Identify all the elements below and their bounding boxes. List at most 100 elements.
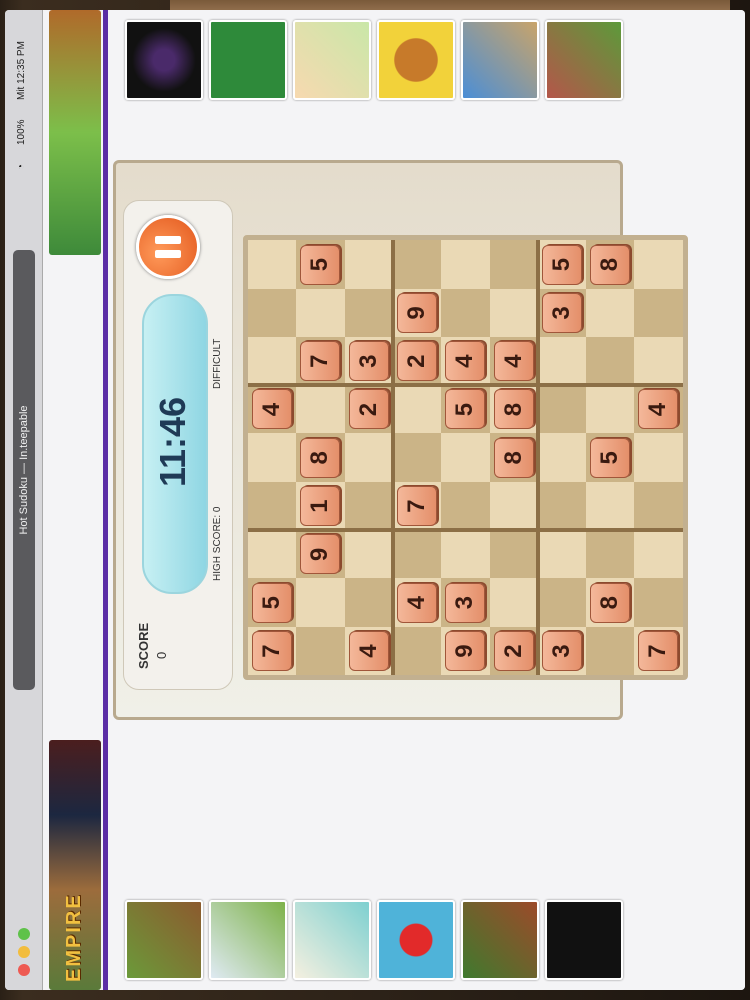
close-window-button[interactable] xyxy=(18,964,30,976)
board-cell[interactable] xyxy=(296,626,346,675)
number-tile[interactable]: 2 xyxy=(396,341,437,382)
number-tile[interactable]: 4 xyxy=(252,389,292,430)
number-tile[interactable]: 7 xyxy=(396,486,437,527)
number-tile[interactable]: 7 xyxy=(300,341,341,382)
board-cell[interactable] xyxy=(392,239,442,289)
board-cell[interactable] xyxy=(537,336,587,386)
game-thumb-football[interactable] xyxy=(209,900,287,980)
board-cell[interactable] xyxy=(489,287,539,337)
board-cell[interactable] xyxy=(344,481,394,531)
game-thumb-solitaire[interactable] xyxy=(209,20,287,100)
number-tile[interactable]: 7 xyxy=(638,631,679,671)
board-cell[interactable] xyxy=(296,384,346,434)
number-tile[interactable]: 5 xyxy=(541,244,582,285)
board-cell[interactable] xyxy=(344,287,394,337)
number-tile[interactable]: 4 xyxy=(638,389,679,430)
pause-button[interactable] xyxy=(136,215,200,279)
board-cell[interactable] xyxy=(392,432,442,482)
number-tile[interactable]: 5 xyxy=(590,437,631,478)
game-thumb-strategy[interactable] xyxy=(461,900,539,980)
game-thumb-jungle[interactable] xyxy=(545,20,623,100)
number-tile[interactable]: 3 xyxy=(348,341,389,382)
game-thumb-baby-care[interactable] xyxy=(293,20,371,100)
board-cell[interactable] xyxy=(248,239,297,289)
farm-ad-banner[interactable] xyxy=(49,10,101,255)
board-cell[interactable] xyxy=(344,432,394,482)
number-tile[interactable]: 5 xyxy=(445,389,486,430)
board-cell[interactable] xyxy=(344,529,394,579)
board-cell[interactable] xyxy=(489,481,539,531)
game-thumb-minecraft[interactable] xyxy=(125,900,203,980)
number-tile[interactable]: 4 xyxy=(493,341,534,382)
board-cell[interactable] xyxy=(586,287,636,337)
minimize-window-button[interactable] xyxy=(18,946,30,958)
board-cell[interactable] xyxy=(248,432,297,482)
board-cell[interactable] xyxy=(634,239,684,289)
game-thumb-cartoon-face[interactable] xyxy=(377,20,455,100)
number-tile[interactable]: 1 xyxy=(300,486,341,527)
sudoku-board[interactable]: 7549187542347299354288433585874 xyxy=(243,235,688,680)
board-cell[interactable] xyxy=(441,239,491,289)
board-cell[interactable] xyxy=(586,481,636,531)
number-tile[interactable]: 3 xyxy=(541,631,582,671)
board-cell[interactable] xyxy=(248,336,297,386)
board-cell[interactable] xyxy=(248,529,297,579)
board-cell[interactable] xyxy=(441,529,491,579)
number-tile[interactable]: 2 xyxy=(348,389,389,430)
board-cell[interactable] xyxy=(634,432,684,482)
board-cell[interactable] xyxy=(634,577,684,627)
board-cell[interactable] xyxy=(248,481,297,531)
empire-ad-banner[interactable]: EMPIRE xyxy=(49,740,101,990)
board-cell[interactable] xyxy=(634,481,684,531)
zoom-window-button[interactable] xyxy=(18,928,30,940)
board-cell[interactable] xyxy=(634,336,684,386)
board-cell[interactable] xyxy=(344,239,394,289)
game-thumb-dark-puzzle[interactable] xyxy=(545,900,623,980)
number-tile[interactable]: 3 xyxy=(541,292,582,333)
number-tile[interactable]: 2 xyxy=(493,631,534,671)
board-cell[interactable] xyxy=(392,384,442,434)
board-cell[interactable] xyxy=(296,287,346,337)
board-cell[interactable] xyxy=(489,577,539,627)
number-tile[interactable]: 4 xyxy=(445,341,486,382)
number-tile[interactable]: 5 xyxy=(300,244,341,285)
board-cell[interactable] xyxy=(586,626,636,675)
address-bar[interactable]: Hot Sudoku — In.teepable xyxy=(13,250,35,690)
number-tile[interactable]: 8 xyxy=(590,244,631,285)
board-cell[interactable] xyxy=(441,481,491,531)
board-cell[interactable] xyxy=(537,577,587,627)
number-tile[interactable]: 8 xyxy=(493,437,534,478)
number-tile[interactable]: 8 xyxy=(300,437,341,478)
number-tile[interactable]: 4 xyxy=(396,582,437,623)
board-cell[interactable] xyxy=(392,529,442,579)
board-cell[interactable] xyxy=(248,287,297,337)
board-cell[interactable] xyxy=(441,287,491,337)
number-tile[interactable]: 3 xyxy=(445,582,486,623)
board-cell[interactable] xyxy=(586,529,636,579)
board-cell[interactable] xyxy=(489,239,539,289)
number-tile[interactable]: 5 xyxy=(252,582,292,623)
number-tile[interactable]: 7 xyxy=(252,631,292,671)
game-thumb-hearts[interactable] xyxy=(377,900,455,980)
number-tile[interactable]: 4 xyxy=(348,631,389,671)
board-cell[interactable] xyxy=(392,626,442,675)
board-cell[interactable] xyxy=(634,287,684,337)
number-tile[interactable]: 9 xyxy=(445,631,486,671)
number-tile[interactable]: 9 xyxy=(300,534,341,575)
number-tile[interactable]: 8 xyxy=(590,582,631,623)
board-cell[interactable] xyxy=(537,529,587,579)
board-cell[interactable] xyxy=(537,432,587,482)
game-thumb-block-character[interactable] xyxy=(461,20,539,100)
board-cell[interactable] xyxy=(586,384,636,434)
board-cell[interactable] xyxy=(634,529,684,579)
board-cell[interactable] xyxy=(537,481,587,531)
number-tile[interactable]: 8 xyxy=(493,389,534,430)
game-thumb-billiards[interactable] xyxy=(125,20,203,100)
board-cell[interactable] xyxy=(489,529,539,579)
number-tile[interactable]: 9 xyxy=(396,292,437,333)
board-cell[interactable] xyxy=(344,577,394,627)
board-cell[interactable] xyxy=(586,336,636,386)
board-cell[interactable] xyxy=(537,384,587,434)
game-thumb-blocks[interactable] xyxy=(293,900,371,980)
board-cell[interactable] xyxy=(296,577,346,627)
